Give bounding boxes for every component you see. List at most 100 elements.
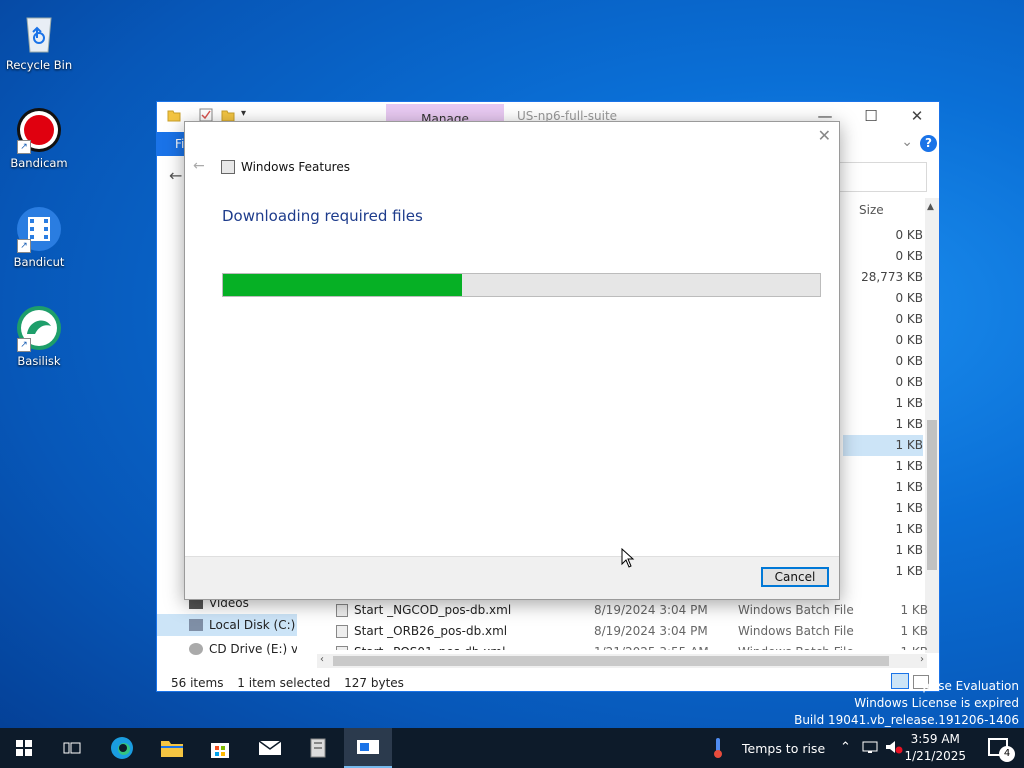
evaluation-watermark: prise Evaluation Windows License is expi… — [794, 678, 1019, 729]
taskbar-store[interactable] — [196, 728, 244, 768]
help-icon[interactable]: ? — [920, 135, 937, 152]
bandicut-icon: ↗ — [15, 205, 63, 253]
size-cell: 0 KB — [895, 249, 923, 263]
size-cell: 0 KB — [895, 291, 923, 305]
horizontal-scrollbar[interactable]: ‹ › — [317, 654, 927, 668]
folder-icon — [167, 108, 181, 122]
dialog-footer: Cancel — [185, 556, 839, 599]
status-selection: 1 item selected — [237, 676, 331, 690]
store-icon — [211, 743, 229, 758]
size-column: 0 KB 0 KB 28,773 KB 0 KB 0 KB 0 KB 0 KB 0 KB 1 K… — [843, 225, 923, 582]
file-type: Windows Batch File — [738, 642, 854, 650]
file-type: Windows Batch File — [738, 603, 854, 617]
desktop-icon-recycle-bin[interactable]: Recycle Bin — [0, 8, 78, 72]
search-input[interactable] — [825, 162, 927, 192]
taskbar-app[interactable] — [294, 728, 342, 768]
scroll-left-icon[interactable]: ‹ — [320, 654, 324, 665]
watermark-line: Build 19041.vb_release.191206-1406 — [794, 713, 1019, 727]
desktop-icon-label: Bandicam — [10, 156, 68, 170]
new-folder-icon[interactable] — [221, 108, 235, 122]
bandicam-icon: ↗ — [15, 106, 63, 154]
shortcut-arrow-icon: ↗ — [17, 239, 31, 253]
size-cell: 0 KB — [895, 228, 923, 242]
dialog-heading: Downloading required files — [222, 207, 423, 225]
properties-icon[interactable] — [199, 108, 213, 122]
table-row[interactable]: Start _NGCOD_pos-db.xml 8/19/2024 3:04 P… — [332, 600, 928, 621]
scroll-right-icon[interactable]: › — [920, 654, 924, 665]
windows-logo-icon — [16, 740, 32, 756]
file-name: Start _POS01_pos-db.xml — [354, 642, 505, 650]
desktop-icon-basilisk[interactable]: ↗ Basilisk — [0, 304, 78, 368]
scroll-up-icon[interactable]: ▲ — [927, 202, 934, 212]
volume-muted-icon[interactable] — [885, 740, 903, 758]
size-cell: 0 KB — [895, 312, 923, 326]
basilisk-icon: ↗ — [15, 304, 63, 352]
weather-text[interactable]: Temps to rise — [742, 741, 825, 756]
cancel-button[interactable]: Cancel — [761, 567, 829, 587]
taskbar-mail[interactable] — [246, 728, 294, 768]
batch-file-icon — [336, 604, 348, 617]
recycle-bin-icon — [15, 8, 63, 56]
file-name: Start _NGCOD_pos-db.xml — [354, 603, 512, 617]
table-row[interactable]: Start _POS01_pos-db.xml 1/21/2025 3:55 A… — [332, 642, 928, 650]
maximize-icon[interactable]: ☐ — [861, 106, 881, 126]
task-view-button[interactable] — [48, 728, 96, 768]
nav-item-local-disk[interactable]: Local Disk (C:) — [157, 614, 297, 636]
network-icon[interactable] — [862, 740, 880, 758]
edge-icon — [111, 737, 133, 759]
system-clock[interactable]: 3:59 AM 1/21/2025 — [904, 731, 966, 765]
taskbar-file-explorer[interactable] — [148, 728, 196, 768]
nav-item-cd-drive[interactable]: CD Drive (E:) virt — [157, 638, 297, 660]
customize-quick-access-icon[interactable]: ▾ — [241, 108, 255, 122]
file-date: 1/21/2025 3:55 AM — [594, 642, 709, 650]
watermark-line: prise Evaluation — [922, 679, 1019, 693]
shortcut-arrow-icon: ↗ — [17, 140, 31, 154]
taskbar-windows-features[interactable] — [344, 728, 392, 768]
desktop-icon-label: Recycle Bin — [5, 58, 73, 72]
column-header-size[interactable]: Size — [859, 203, 884, 217]
table-row[interactable]: Start _ORB26_pos-db.xml 8/19/2024 3:04 P… — [332, 621, 928, 642]
cd-drive-icon — [189, 643, 203, 655]
chevron-down-icon[interactable]: ⌄ — [901, 134, 913, 150]
vertical-scrollbar[interactable]: ▲ — [925, 198, 939, 653]
back-arrow-icon[interactable]: ← — [193, 158, 205, 174]
clock-date: 1/21/2025 — [904, 749, 966, 763]
mail-icon — [258, 740, 282, 755]
desktop-icon-label: Bandicut — [13, 255, 65, 269]
batch-file-icon — [336, 625, 348, 638]
windows-features-dialog: ✕ ← Windows Features Downloading require… — [184, 121, 840, 600]
dialog-title: Windows Features — [241, 160, 350, 174]
mouse-cursor-icon — [621, 547, 635, 571]
size-cell: 1 KB — [895, 543, 923, 557]
size-cell: 1 KB — [895, 459, 923, 473]
windows-features-icon — [221, 160, 235, 174]
file-date: 8/19/2024 3:04 PM — [594, 603, 708, 617]
notification-count-badge: 4 — [999, 746, 1015, 762]
windows-features-icon — [357, 740, 379, 754]
close-icon[interactable]: ✕ — [907, 106, 927, 126]
file-explorer-icon — [161, 741, 183, 757]
taskbar: Temps to rise ⌃ 3:59 AM 1/21/2025 4 — [0, 728, 1024, 768]
file-type: Windows Batch File — [738, 624, 854, 638]
close-icon[interactable]: ✕ — [818, 126, 831, 145]
download-progress-bar — [222, 273, 821, 297]
progress-fill — [223, 274, 462, 296]
scrollbar-thumb[interactable] — [927, 420, 937, 570]
taskbar-edge[interactable] — [98, 728, 146, 768]
size-cell: 1 KB — [843, 435, 923, 456]
status-bar: 56 items 1 item selected 127 bytes — [171, 676, 414, 690]
batch-file-icon — [336, 646, 348, 650]
start-button[interactable] — [0, 728, 48, 768]
navigation-pane: Videos Local Disk (C:) CD Drive (E:) vir… — [157, 592, 313, 672]
size-cell: 1 KB — [895, 480, 923, 494]
tab-file[interactable]: Fi — [157, 132, 187, 156]
back-arrow-icon[interactable]: ← — [169, 166, 182, 185]
size-cell: 0 KB — [895, 354, 923, 368]
file-size: 1 KB — [900, 642, 928, 650]
chevron-up-icon[interactable]: ⌃ — [840, 740, 851, 755]
weather-icon[interactable] — [712, 737, 724, 763]
desktop-icon-bandicam[interactable]: ↗ Bandicam — [0, 106, 78, 170]
watermark-line: Windows License is expired — [854, 696, 1019, 710]
scrollbar-thumb[interactable] — [333, 656, 889, 666]
desktop-icon-bandicut[interactable]: ↗ Bandicut — [0, 205, 78, 269]
